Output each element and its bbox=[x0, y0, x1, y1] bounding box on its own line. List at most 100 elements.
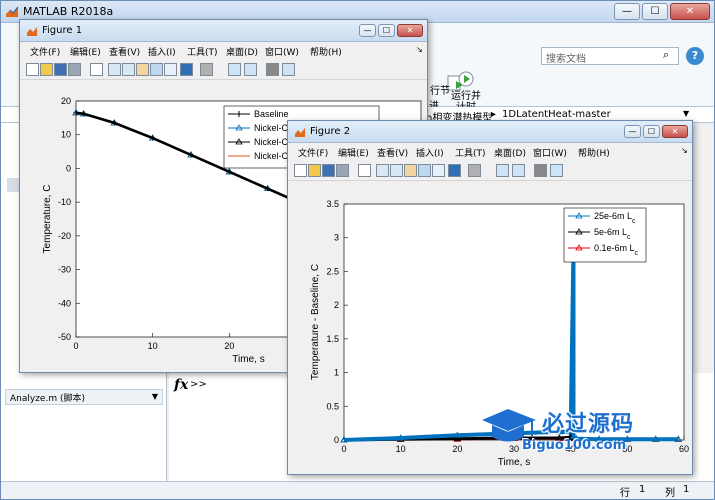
legend-label: Nickel-C bbox=[254, 123, 289, 133]
run-and-time-icon[interactable] bbox=[456, 69, 476, 89]
hide-plot-tools-icon[interactable] bbox=[534, 164, 547, 177]
legend-label: Baseline bbox=[254, 109, 289, 119]
colorbar-icon[interactable] bbox=[228, 63, 241, 76]
y-tick-label: 2.5 bbox=[326, 266, 339, 276]
watermark-url: Biguo100.com bbox=[522, 438, 627, 453]
zoom-in-icon[interactable] bbox=[376, 164, 389, 177]
y-tick-label: -20 bbox=[58, 231, 71, 241]
brush-icon[interactable] bbox=[448, 164, 461, 177]
x-tick-label: 20 bbox=[452, 444, 462, 454]
figure-icon bbox=[295, 128, 305, 137]
y-tick-label: 0.5 bbox=[326, 401, 339, 411]
new-figure-icon[interactable] bbox=[26, 63, 39, 76]
menu-view[interactable]: 查看(V) bbox=[109, 45, 140, 58]
y-tick-label: -40 bbox=[58, 298, 71, 308]
menu-desktop[interactable]: 桌面(D) bbox=[494, 146, 526, 159]
figure-2-minimize-button[interactable]: — bbox=[624, 125, 641, 138]
rotate-icon[interactable] bbox=[150, 63, 163, 76]
figure-1-close-button[interactable]: ✕ bbox=[397, 24, 423, 37]
show-plot-tools-icon[interactable] bbox=[550, 164, 563, 177]
minimize-button[interactable]: — bbox=[614, 3, 640, 20]
search-icon[interactable]: ⌕ bbox=[663, 48, 669, 62]
menu-help[interactable]: 帮助(H) bbox=[310, 45, 342, 58]
menu-window[interactable]: 窗口(W) bbox=[533, 146, 567, 159]
figure-2-menubar: 文件(F) 编辑(E) 查看(V) 插入(I) 工具(T) 桌面(D) 窗口(W… bbox=[288, 143, 692, 161]
menu-insert[interactable]: 插入(I) bbox=[148, 45, 176, 58]
menu-edit[interactable]: 编辑(E) bbox=[338, 146, 369, 159]
zoom-in-icon[interactable] bbox=[108, 63, 121, 76]
zoom-out-icon[interactable] bbox=[122, 63, 135, 76]
brush-icon[interactable] bbox=[180, 63, 193, 76]
menu-desktop[interactable]: 桌面(D) bbox=[226, 45, 258, 58]
link-icon[interactable] bbox=[468, 164, 481, 177]
pan-icon[interactable] bbox=[404, 164, 417, 177]
figure-1-title: Figure 1 bbox=[42, 25, 83, 36]
address-subfolder[interactable]: 1DLatentHeat-master bbox=[502, 109, 611, 120]
y-tick-label: 3.5 bbox=[326, 199, 339, 209]
figure-1-maximize-button[interactable]: ☐ bbox=[378, 24, 395, 37]
menu-file[interactable]: 文件(F) bbox=[298, 146, 328, 159]
command-prompt: >> bbox=[190, 379, 207, 390]
matlab-logo-icon bbox=[6, 6, 19, 17]
chevron-down-icon[interactable]: ▼ bbox=[152, 392, 158, 401]
open-icon[interactable] bbox=[40, 63, 53, 76]
x-axis-label: Time, s bbox=[232, 354, 264, 365]
open-icon[interactable] bbox=[308, 164, 321, 177]
x-tick-label: 10 bbox=[148, 341, 158, 351]
pointer-icon[interactable] bbox=[358, 164, 371, 177]
figure-1-title-bar[interactable]: Figure 1 — ☐ ✕ bbox=[20, 20, 427, 42]
help-icon[interactable]: ? bbox=[686, 47, 704, 65]
colorbar-icon[interactable] bbox=[496, 164, 509, 177]
pointer-icon[interactable] bbox=[90, 63, 103, 76]
new-figure-icon[interactable] bbox=[294, 164, 307, 177]
menu-insert[interactable]: 插入(I) bbox=[416, 146, 444, 159]
y-tick-label: -30 bbox=[58, 265, 71, 275]
legend-label: Nickel-C bbox=[254, 137, 289, 147]
close-button[interactable]: ✕ bbox=[670, 3, 710, 20]
status-row-label: 行 bbox=[620, 488, 630, 499]
figure-2-toolbar bbox=[288, 161, 692, 181]
y-tick-label: 20 bbox=[61, 96, 71, 106]
maximize-button[interactable]: ☐ bbox=[642, 3, 668, 20]
menu-window[interactable]: 窗口(W) bbox=[265, 45, 299, 58]
menu-dock-icon[interactable]: ↘ bbox=[416, 45, 423, 54]
menu-edit[interactable]: 编辑(E) bbox=[70, 45, 101, 58]
menu-tools[interactable]: 工具(T) bbox=[187, 45, 218, 58]
figure-2-title-bar[interactable]: Figure 2 — ☐ ✕ bbox=[288, 121, 692, 143]
address-separator: ▸ bbox=[491, 109, 497, 120]
figure-2-maximize-button[interactable]: ☐ bbox=[643, 125, 660, 138]
menu-file[interactable]: 文件(F) bbox=[30, 45, 60, 58]
print-icon[interactable] bbox=[336, 164, 349, 177]
figure-1-toolbar bbox=[20, 60, 427, 80]
fx-icon[interactable]: fx bbox=[174, 377, 188, 393]
y-tick-label: 3 bbox=[334, 233, 339, 243]
show-plot-tools-icon[interactable] bbox=[282, 63, 295, 76]
save-icon[interactable] bbox=[322, 164, 335, 177]
link-icon[interactable] bbox=[200, 63, 213, 76]
hide-plot-tools-icon[interactable] bbox=[266, 63, 279, 76]
legend-icon[interactable] bbox=[512, 164, 525, 177]
data-cursor-icon[interactable] bbox=[432, 164, 445, 177]
zoom-out-icon[interactable] bbox=[390, 164, 403, 177]
pan-icon[interactable] bbox=[136, 63, 149, 76]
file-details-dropdown[interactable]: Analyze.m (脚本) ▼ bbox=[5, 389, 163, 405]
menu-dock-icon[interactable]: ↘ bbox=[681, 146, 688, 155]
rotate-icon[interactable] bbox=[418, 164, 431, 177]
save-icon[interactable] bbox=[54, 63, 67, 76]
menu-tools[interactable]: 工具(T) bbox=[455, 146, 486, 159]
legend-icon[interactable] bbox=[244, 63, 257, 76]
figure-2-close-button[interactable]: ✕ bbox=[662, 125, 688, 138]
y-tick-label: 1 bbox=[334, 368, 339, 378]
menu-view[interactable]: 查看(V) bbox=[377, 146, 408, 159]
x-tick-label: 20 bbox=[224, 341, 234, 351]
y-tick-label: 1.5 bbox=[326, 334, 339, 344]
address-dropdown-icon[interactable]: ▼ bbox=[683, 109, 689, 118]
status-bar: 行 1 列 1 bbox=[1, 481, 714, 499]
search-docs-input[interactable]: 搜索文档 bbox=[541, 47, 679, 65]
data-cursor-icon[interactable] bbox=[164, 63, 177, 76]
status-col-label: 列 bbox=[665, 488, 675, 499]
print-icon[interactable] bbox=[68, 63, 81, 76]
figure-1-minimize-button[interactable]: — bbox=[359, 24, 376, 37]
y-tick-label: 0 bbox=[334, 435, 339, 445]
menu-help[interactable]: 帮助(H) bbox=[578, 146, 610, 159]
